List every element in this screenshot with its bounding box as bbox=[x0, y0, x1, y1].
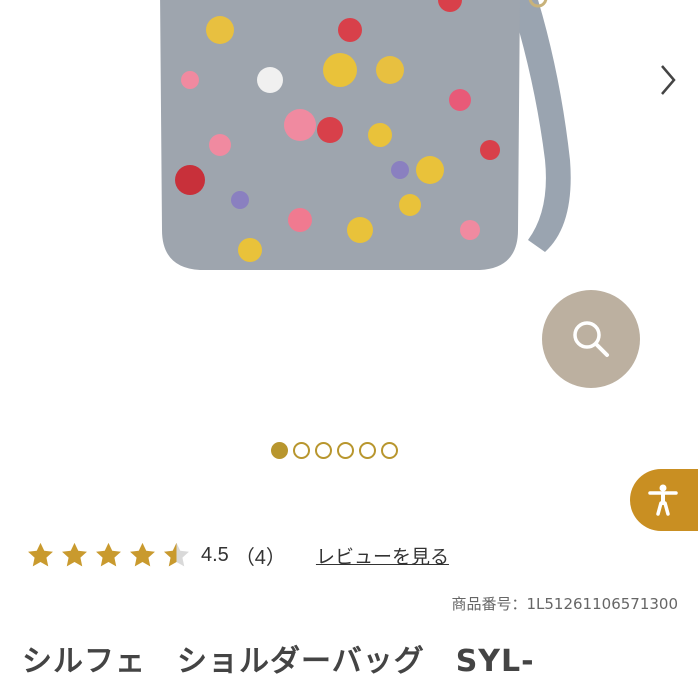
product-image[interactable] bbox=[150, 0, 610, 280]
gallery-dot[interactable] bbox=[271, 442, 288, 459]
gallery-dot[interactable] bbox=[359, 442, 376, 459]
product-code: 商品番号：1L51261106571300 bbox=[451, 595, 678, 613]
chevron-right-icon[interactable] bbox=[652, 60, 684, 100]
rating-row: 4.5 （4） レビューを見る bbox=[26, 534, 449, 576]
accessibility-person-icon bbox=[648, 484, 678, 516]
star-full-icon bbox=[62, 542, 87, 566]
gallery-dot[interactable] bbox=[337, 442, 354, 459]
star-full-icon bbox=[96, 542, 121, 566]
view-reviews-link[interactable]: レビューを見る bbox=[316, 542, 449, 569]
gallery-dot[interactable] bbox=[315, 442, 332, 459]
star-full-icon bbox=[130, 542, 155, 566]
product-title: シルフェ ショルダーバッグ SYL- bbox=[22, 644, 535, 679]
star-full-icon bbox=[28, 542, 53, 566]
accessibility-button[interactable] bbox=[630, 469, 698, 531]
magnifier-icon bbox=[573, 321, 609, 357]
star-half-icon bbox=[164, 542, 189, 566]
zoom-button[interactable] bbox=[542, 290, 640, 388]
product-image-gallery[interactable] bbox=[0, 0, 698, 290]
rating-value: 4.5 bbox=[201, 543, 229, 566]
gallery-dot[interactable] bbox=[293, 442, 310, 459]
gallery-dot[interactable] bbox=[381, 442, 398, 459]
rating-stars bbox=[26, 541, 191, 570]
review-count: （4） bbox=[234, 546, 286, 569]
gallery-pagination bbox=[271, 442, 398, 464]
